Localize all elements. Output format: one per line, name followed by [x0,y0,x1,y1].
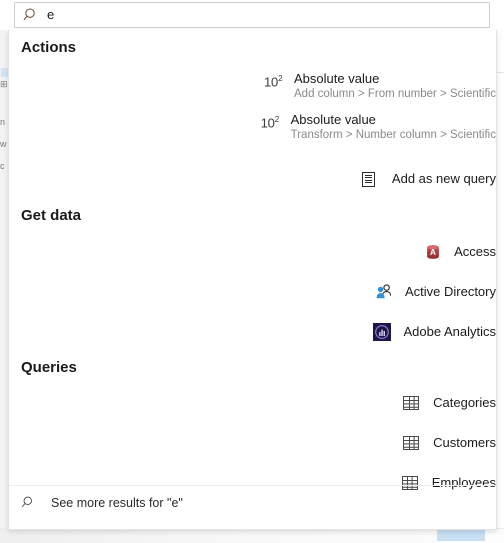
result-item-customers[interactable]: Customers [391,434,496,451]
search-results-flyout: Actions 102 Absolute value Add column > … [8,30,497,530]
background-left-glyph: c [0,162,5,171]
query-document-icon [361,171,392,187]
section-header-get-data: Get data [21,207,82,224]
table-icon [403,435,433,450]
search-icon [21,495,51,510]
access-icon: A [424,242,454,261]
section-header-actions: Actions [21,39,77,56]
background-left-glyph: ⊞ [0,80,8,89]
result-item-path: Add column > From number > Scientific [294,88,496,100]
table-icon [403,395,433,410]
background-left-glyph: w [0,140,7,149]
power-ten-icon: 102 [260,115,280,131]
result-item-title: Access [454,244,496,259]
adobe-analytics-icon [373,322,403,341]
result-item-categories[interactable]: Categories [391,394,496,411]
result-item-active-directory[interactable]: Active Directory [363,282,496,301]
see-more-results-row[interactable]: See more results for "e" [9,485,496,519]
search-input[interactable]: e [47,7,489,23]
background-left-glyph: n [0,118,6,127]
result-item-title: Categories [433,395,496,410]
active-directory-icon [375,282,405,301]
result-item-title: Absolute value [290,112,376,127]
search-box[interactable]: e [14,2,490,28]
search-icon [15,7,47,23]
result-item-access[interactable]: A Access [412,242,496,261]
see-more-results-label: See more results for "e" [51,495,183,510]
result-item-adobe-analytics[interactable]: Adobe Analytics [361,322,496,341]
result-item-title: Add as new query [391,171,496,186]
result-item-absolute-value-transform[interactable]: 102 Absolute value Transform > Number co… [249,111,496,143]
background-left-selected-item [1,68,8,77]
power-ten-icon: 102 [264,74,283,90]
background-status-bar-highlight [437,530,485,541]
result-item-title: Absolute value [294,71,380,86]
result-item-title: Active Directory [404,284,496,299]
result-item-absolute-value-add-column[interactable]: 102 Absolute value Add column > From num… [252,70,496,102]
result-item-path: Transform > Number column > Scientific [290,129,496,141]
result-item-title: Adobe Analytics [403,324,496,339]
result-item-title: Customers [433,435,496,450]
section-header-queries: Queries [21,359,77,376]
result-item-add-as-new-query[interactable]: Add as new query [350,170,496,187]
background-status-bar [0,528,504,543]
svg-text:A: A [430,247,436,257]
